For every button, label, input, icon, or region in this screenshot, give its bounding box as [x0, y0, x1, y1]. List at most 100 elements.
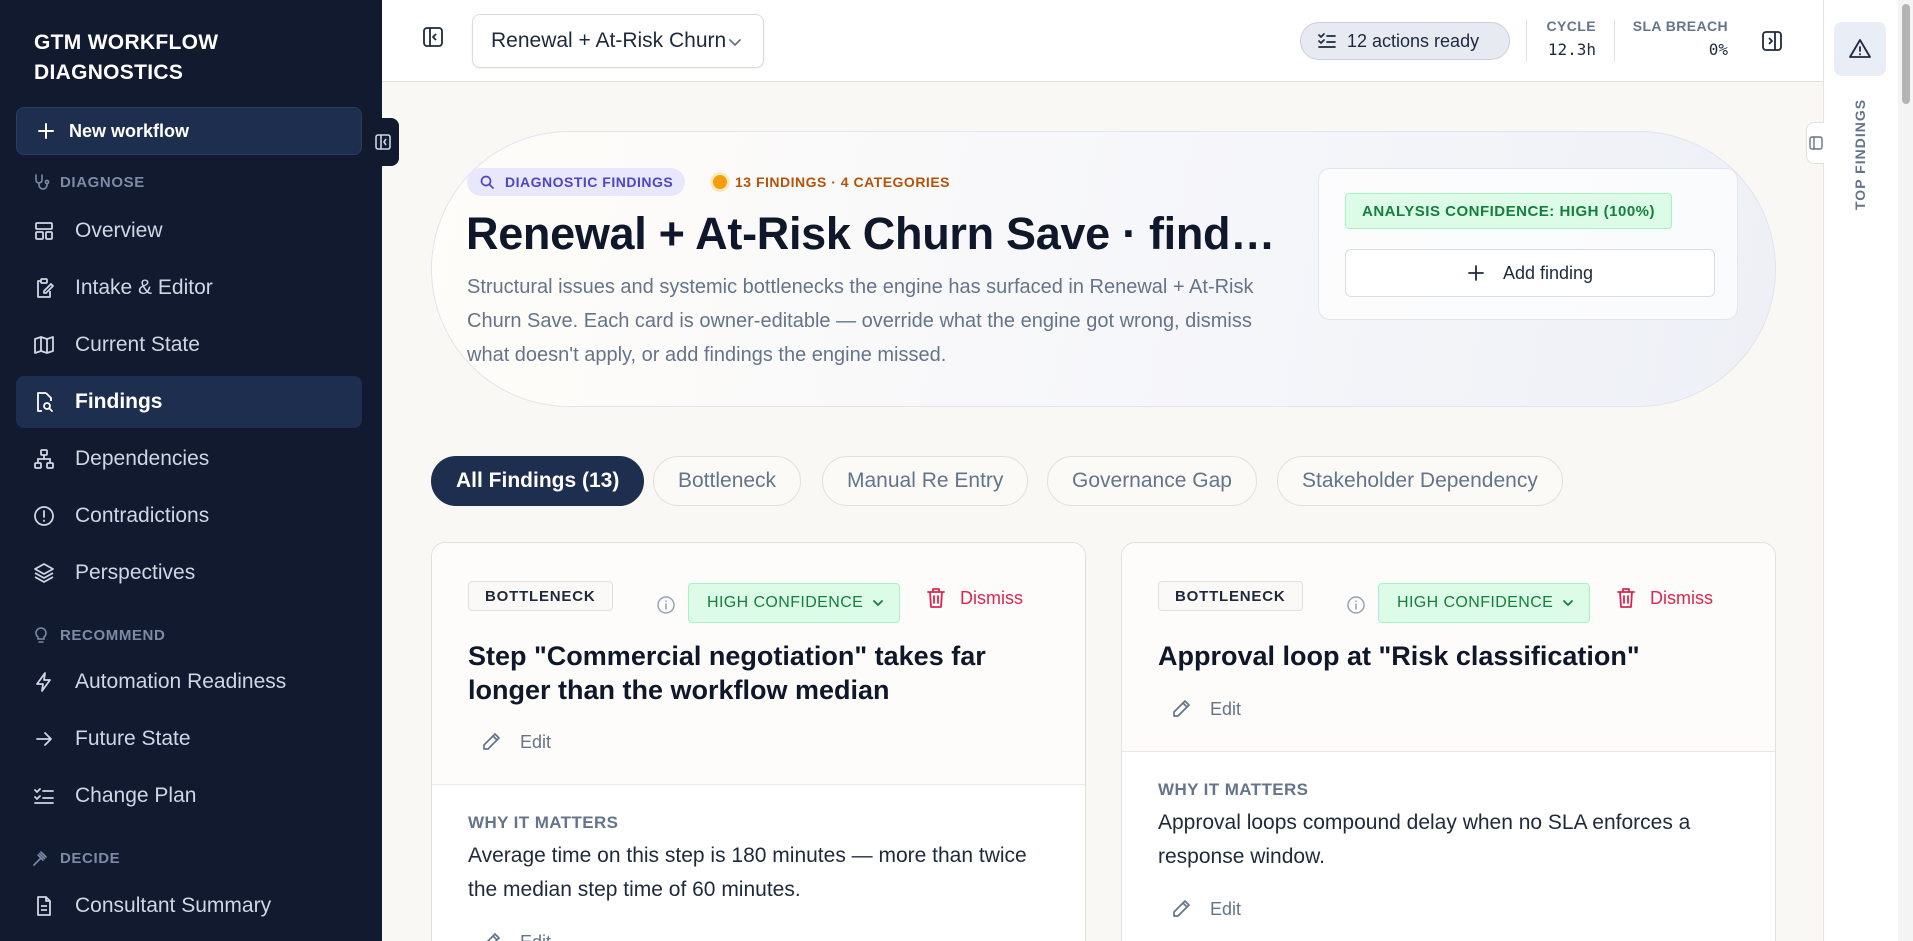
why-it-matters-text: Average time on this step is 180 minutes… — [468, 844, 1027, 901]
trash-icon — [927, 588, 945, 608]
gavel-icon — [33, 851, 47, 866]
sidebar-item-label: Findings — [75, 390, 163, 413]
status-dot — [713, 175, 727, 189]
add-finding-label: Add finding — [1502, 262, 1594, 283]
edit-why-button[interactable]: Edit — [1170, 898, 1241, 920]
sla-breach-metric: SLA BREACH 0% — [1628, 18, 1728, 59]
finding-title: Step "Commercial negotiation" takes far … — [468, 641, 986, 705]
sidebar-item-label: Current State — [75, 333, 200, 356]
filter-all-findings[interactable]: All Findings (13) — [431, 456, 645, 506]
layout-icon — [35, 222, 53, 240]
right-panel-toggle-button[interactable] — [1761, 30, 1783, 52]
list-checks-icon — [34, 788, 54, 804]
sidebar-item-label: Consultant Summary — [75, 894, 272, 917]
confidence-select[interactable]: HIGH CONFIDENCE — [688, 583, 900, 623]
info-icon[interactable] — [1346, 595, 1366, 615]
category-badge: BOTTLENECK — [1158, 581, 1303, 611]
top-findings-label: TOP FINDINGS — [1852, 98, 1868, 210]
section-label-decide: DECIDE — [32, 849, 120, 867]
filter-bottleneck[interactable]: Bottleneck — [653, 456, 802, 506]
sidebar-item-future-state[interactable]: Future State — [16, 713, 362, 765]
edit-label: Edit — [1210, 898, 1242, 919]
add-finding-button[interactable]: Add finding — [1345, 249, 1715, 297]
pencil-icon — [483, 733, 500, 750]
sidebar-item-label: Contradictions — [75, 504, 210, 527]
lightbulb-icon — [35, 627, 47, 643]
top-findings-button[interactable] — [1834, 22, 1886, 76]
sidebar-item-dependencies[interactable]: Dependencies — [16, 433, 362, 485]
sidebar-item-overview[interactable]: Overview — [16, 205, 362, 257]
sidebar-collapse-tab[interactable] — [366, 118, 399, 166]
map-icon — [34, 336, 54, 354]
page-scrollbar[interactable] — [1898, 0, 1913, 941]
divider — [1526, 20, 1527, 62]
edit-title-button[interactable]: Edit — [1170, 698, 1241, 720]
new-workflow-label: New workflow — [69, 120, 190, 141]
info-icon[interactable] — [656, 595, 676, 615]
why-it-matters-label: WHY IT MATTERS — [468, 813, 619, 832]
page-description: Structural issues and systemic bottlenec… — [467, 276, 1254, 366]
actions-ready-label: 12 actions ready — [1347, 30, 1480, 51]
chevron-down-icon — [1563, 600, 1574, 606]
section-label-text: RECOMMEND — [60, 626, 166, 644]
finding-card: BOTTLENECK HIGH CONFIDENCE Dismiss Step … — [431, 542, 1086, 941]
section-label-recommend: RECOMMEND — [32, 626, 165, 644]
diagnostic-findings-tag: DIAGNOSTIC FINDINGS — [467, 168, 686, 196]
filter-governance-gap[interactable]: Governance Gap — [1047, 456, 1257, 506]
sidebar-item-intake-editor[interactable]: Intake & Editor — [16, 262, 362, 314]
panel-left-close-icon — [374, 134, 391, 150]
sidebar-item-change-plan[interactable]: Change Plan — [16, 770, 362, 822]
sla-breach-label: SLA BREACH — [1632, 18, 1728, 34]
rail-collapse-tab[interactable] — [1806, 122, 1824, 164]
workflow-select[interactable]: Renewal + At-Risk Churn Save — [472, 14, 764, 68]
sidebar: GTM WORKFLOW DIAGNOSTICS New workflow DI… — [0, 0, 382, 941]
file-search-icon — [37, 392, 53, 412]
sidebar-item-label: Future State — [75, 727, 191, 750]
cycle-value: 12.3h — [1547, 40, 1596, 59]
sidebar-item-label: Overview — [75, 219, 163, 242]
chevron-down-icon — [873, 600, 884, 606]
sidebar-item-label: Change Plan — [75, 784, 197, 807]
sla-breach-value: 0% — [1708, 40, 1728, 59]
dismiss-button[interactable]: Dismiss — [1616, 587, 1713, 609]
edit-why-button[interactable]: Edit — [480, 931, 551, 941]
top-bar: Renewal + At-Risk Churn Save 12 actions … — [382, 0, 1823, 82]
actions-ready-button[interactable]: 12 actions ready — [1300, 22, 1510, 60]
edit-label: Edit — [520, 932, 551, 941]
confidence-select[interactable]: HIGH CONFIDENCE — [1378, 583, 1590, 623]
edit-title-button[interactable]: Edit — [480, 731, 551, 753]
scrollbar-thumb[interactable] — [1902, 4, 1910, 104]
sidebar-item-findings[interactable]: Findings — [16, 376, 362, 428]
section-label-text: DIAGNOSE — [60, 173, 145, 191]
dismiss-label: Dismiss — [1650, 587, 1713, 608]
divider — [1614, 20, 1615, 62]
finding-card: BOTTLENECK HIGH CONFIDENCE Dismiss Appro… — [1121, 542, 1776, 941]
finding-title: Approval loop at "Risk classification" — [1158, 641, 1640, 671]
warning-triangle-icon — [1849, 39, 1871, 58]
filter-manual-re-entry[interactable]: Manual Re Entry — [822, 456, 1029, 506]
document-icon — [37, 896, 51, 916]
edit-label: Edit — [520, 731, 552, 752]
findings-count: 13 FINDINGS · 4 CATEGORIES — [713, 168, 950, 196]
panel-right-icon — [1762, 31, 1782, 51]
cycle-label: CYCLE — [1546, 18, 1596, 34]
dismiss-button[interactable]: Dismiss — [926, 587, 1023, 609]
sidebar-item-current-state[interactable]: Current State — [16, 319, 362, 371]
chevron-down-icon — [729, 39, 741, 46]
sidebar-item-consultant-summary[interactable]: Consultant Summary — [16, 880, 362, 932]
sidebar-item-perspectives[interactable]: Perspectives — [16, 547, 362, 599]
sidebar-toggle-button[interactable] — [422, 26, 444, 48]
clipboard-edit-icon — [37, 278, 54, 298]
network-icon — [34, 449, 54, 469]
dismiss-label: Dismiss — [960, 587, 1023, 608]
filter-stakeholder-dependency[interactable]: Stakeholder Dependency — [1277, 456, 1563, 506]
alert-circle-icon — [34, 506, 54, 526]
confidence-select-value: HIGH CONFIDENCE — [1397, 594, 1554, 611]
section-label-diagnose: DIAGNOSE — [32, 173, 145, 191]
sidebar-item-automation-readiness[interactable]: Automation Readiness — [16, 656, 362, 708]
sidebar-item-label: Perspectives — [75, 561, 196, 584]
sidebar-item-contradictions[interactable]: Contradictions — [16, 490, 362, 542]
workflow-select-value: Renewal + At-Risk Churn Save — [491, 29, 729, 52]
new-workflow-button[interactable]: New workflow — [16, 107, 362, 155]
sidebar-item-label: Intake & Editor — [75, 276, 213, 299]
